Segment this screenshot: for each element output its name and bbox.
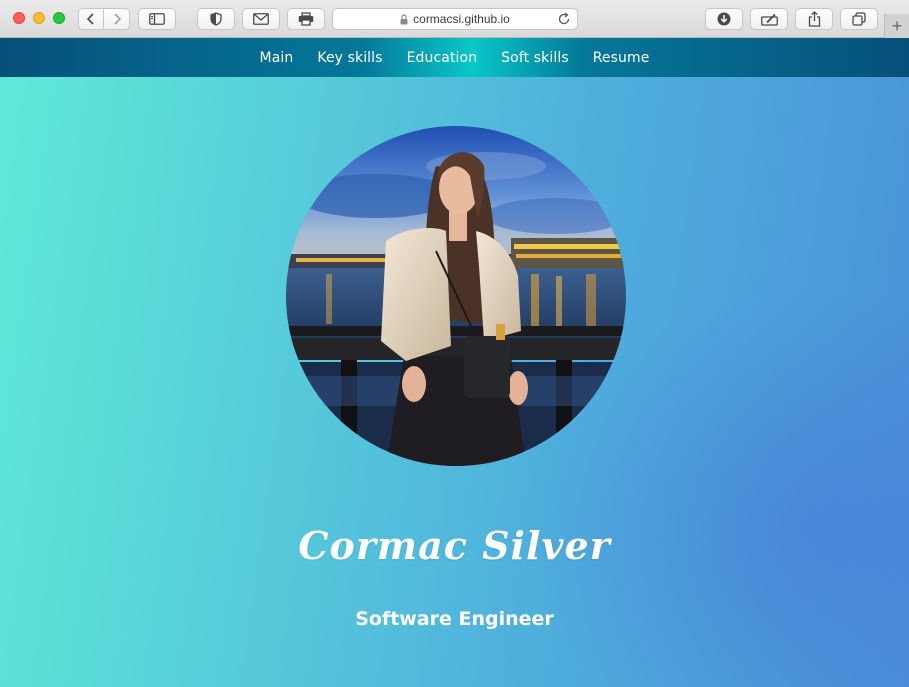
tab-overview-icon xyxy=(852,12,866,26)
share-icon xyxy=(808,11,820,27)
mail-icon xyxy=(253,13,269,25)
lock-icon xyxy=(400,13,408,24)
profile-photo xyxy=(286,126,626,466)
markup-icon xyxy=(760,13,778,26)
share-button[interactable] xyxy=(795,8,833,30)
nav-link-soft-skills[interactable]: Soft skills xyxy=(489,50,581,66)
download-icon xyxy=(717,12,731,26)
address-text: cormacsi.github.io xyxy=(413,12,510,26)
job-title: Software Engineer xyxy=(355,608,554,630)
chevron-left-icon xyxy=(86,13,94,25)
chevron-right-icon xyxy=(113,13,121,25)
forward-button[interactable] xyxy=(104,8,130,30)
address-bar[interactable]: cormacsi.github.io xyxy=(332,8,578,30)
plus-icon: + xyxy=(891,16,903,36)
sidebar-icon xyxy=(149,13,165,25)
back-button[interactable] xyxy=(78,8,104,30)
person-name: Cormac Silver xyxy=(298,523,611,568)
reload-icon[interactable] xyxy=(558,12,571,26)
new-tab-button[interactable]: + xyxy=(884,14,909,38)
markup-button[interactable] xyxy=(750,8,788,30)
downloads-button[interactable] xyxy=(705,8,743,30)
zoom-window-button[interactable] xyxy=(53,12,65,24)
sidebar-button[interactable] xyxy=(138,8,176,30)
nav-link-main[interactable]: Main xyxy=(248,50,306,66)
nav-link-education[interactable]: Education xyxy=(395,50,490,66)
nav-link-key-skills[interactable]: Key skills xyxy=(305,50,394,66)
site-navbar: Main Key skills Education Soft skills Re… xyxy=(0,38,909,77)
web-page: Main Key skills Education Soft skills Re… xyxy=(0,38,909,687)
nav-link-resume[interactable]: Resume xyxy=(581,50,662,66)
browser-toolbar: cormacsi.github.io + xyxy=(0,0,909,38)
privacy-report-button[interactable] xyxy=(197,8,235,30)
printer-icon xyxy=(298,12,314,26)
minimize-window-button[interactable] xyxy=(33,12,45,24)
mail-button[interactable] xyxy=(242,8,280,30)
close-window-button[interactable] xyxy=(13,12,25,24)
print-button[interactable] xyxy=(287,8,325,30)
tab-overview-button[interactable] xyxy=(840,8,878,30)
shield-icon xyxy=(210,12,222,26)
